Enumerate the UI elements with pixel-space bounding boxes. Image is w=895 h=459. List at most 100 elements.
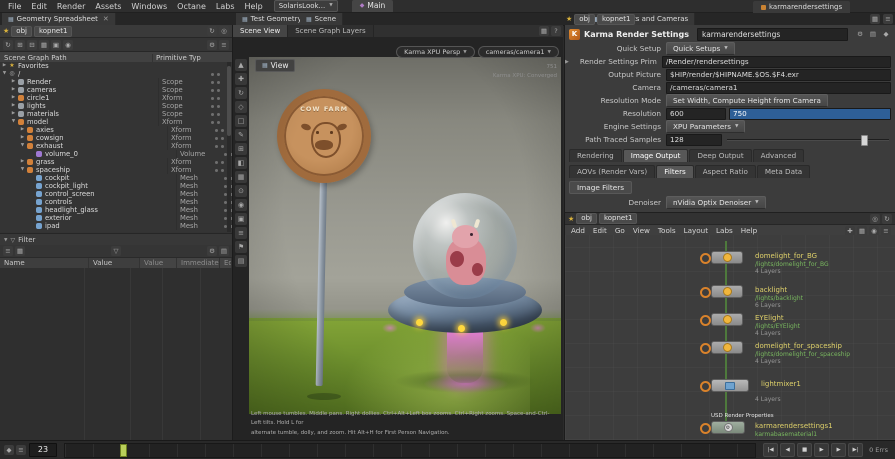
grid-toggle-icon[interactable]: ▤ [235,255,247,267]
node-display-ring-icon[interactable] [700,287,711,298]
menu-edit[interactable]: Edit [26,2,52,11]
node-name-field[interactable]: karmarendersettings [697,28,848,41]
network-node-karmarendersettings1[interactable]: USD Render Properties⚙karmarendersetting… [711,421,891,440]
activation-dot-icon[interactable] [221,137,224,140]
favorites-star-icon[interactable]: ★ [568,215,574,223]
network-node-backlight[interactable]: backlight/lights/backlight6 Layers [711,285,891,305]
snap-grid-icon[interactable]: ⊞ [235,143,247,155]
node-body[interactable] [711,379,749,392]
render-settings-prim-field[interactable]: /Render/rendersettings [662,56,891,68]
tree-row-cowsign[interactable]: ▶cowsignXform [0,134,232,142]
list-icon[interactable]: ≡ [219,40,229,50]
pin-icon[interactable]: ◆ [881,29,891,39]
camera-lock-icon[interactable]: ◉ [235,199,247,211]
context-chip[interactable]: obj [574,14,595,25]
visibility-dot-icon[interactable] [215,137,218,140]
menu-file[interactable]: File [3,2,26,11]
filter-funnel-icon[interactable]: ▽ [111,246,121,256]
expand-all-icon[interactable]: ⊞ [15,40,25,50]
tree-row-lights[interactable]: ▶lightsScope [0,102,232,110]
activation-dot-icon[interactable] [217,121,220,124]
tab-scene-graph-layers[interactable]: Scene Graph Layers [288,25,373,37]
select-tool-icon[interactable]: ▲ [235,59,247,71]
activation-dot-icon[interactable] [217,113,220,116]
expander-icon[interactable]: ▶ [10,110,17,118]
gear-icon[interactable]: ⚙ [855,29,865,39]
expander-icon[interactable]: ▼ [19,166,26,174]
network-node-domelight-for-spaceship[interactable]: domelight_for_spaceship/lights/domelight… [711,341,891,361]
pin-icon[interactable]: ◎ [219,26,229,36]
playback-options-icon[interactable]: ≡ [16,445,26,455]
slider-handle[interactable] [861,135,868,146]
tree-row-axies[interactable]: ▶axiesXform [0,126,232,134]
render-region-icon[interactable]: ▣ [235,213,247,225]
display-mode-icon[interactable]: ▦ [39,40,49,50]
context-chip[interactable]: obj [11,26,32,37]
menu-render[interactable]: Render [52,2,90,11]
grid-view-icon[interactable]: ▦ [15,246,25,256]
quick-setups-button[interactable]: Quick Setups ▼ [666,42,735,55]
resolution-width-field[interactable]: 600 [666,108,726,120]
viewport[interactable]: ▲✚↻◇□✎⊞◧▦⊙◉▣≡⚑▤ ▦ View Karma XPU Persp ▼… [233,37,563,440]
shading-mode-icon[interactable]: ◧ [235,157,247,169]
playhead[interactable] [120,444,127,457]
favorites-star-icon[interactable]: ★ [3,27,9,35]
tab-main[interactable]: ◆ Main [352,0,394,12]
expander-icon[interactable]: ▶ [10,86,17,94]
step-forward-icon[interactable]: ▶ [831,443,846,457]
visibility-dot-icon[interactable] [215,129,218,132]
expander-icon[interactable]: ▶ [10,78,17,86]
activation-dot-icon[interactable] [221,145,224,148]
subtab-aspect-ratio[interactable]: Aspect Ratio [695,165,756,178]
jump-to-start-icon[interactable]: |◀ [763,443,778,457]
favorites-star-icon[interactable]: ★ [566,15,572,23]
net-menu-layout[interactable]: Layout [680,226,712,235]
sync-icon[interactable]: ↻ [882,214,892,224]
node-display-ring-icon[interactable] [700,343,711,354]
translate-tool-icon[interactable]: ✚ [235,73,247,85]
visibility-dot-icon[interactable] [211,105,214,108]
tab-deep-output[interactable]: Deep Output [689,149,751,162]
panel-icon[interactable]: ▤ [868,29,878,39]
menu-octane[interactable]: Octane [172,2,211,11]
node-body[interactable] [711,251,743,264]
visibility-dot-icon[interactable] [211,81,214,84]
box-select-icon[interactable]: □ [235,115,247,127]
render-view[interactable]: COW FARM [249,57,561,414]
activation-dot-icon[interactable] [221,129,224,132]
node-body[interactable]: ⚙ [711,421,745,434]
tree-row-volume-0[interactable]: volume_0Volume [0,150,232,158]
tree-scrollbar[interactable] [227,62,231,232]
stop-icon[interactable]: ■ [797,443,812,457]
expander-icon[interactable]: ▼ [10,118,17,126]
close-icon[interactable]: ✕ [103,15,109,23]
activation-dot-icon[interactable] [217,81,220,84]
subtab-filters[interactable]: Filters [656,165,694,178]
expander-icon[interactable]: ▶ [10,94,17,102]
snapshot-icon[interactable]: ◉ [869,226,879,236]
net-menu-edit[interactable]: Edit [589,226,611,235]
jump-to-end-icon[interactable]: ▶| [848,443,863,457]
tab-rendering[interactable]: Rendering [569,149,622,162]
activation-dot-icon[interactable] [217,97,220,100]
network-node-eyelight[interactable]: EYElight/lights/EYElight4 Layers [711,313,891,333]
list-icon[interactable]: ≡ [881,226,891,236]
activation-dot-icon[interactable] [217,105,220,108]
output-picture-field[interactable]: $HIP/render/$HIPNAME.$OS.$F4.exr [666,69,891,81]
menu-windows[interactable]: Windows [126,2,172,11]
panel-icon[interactable]: ▤ [219,246,229,256]
node-display-ring-icon[interactable] [700,253,711,264]
renderer-selector[interactable]: Karma XPU Persp ▼ [396,46,475,58]
layout-icon[interactable]: ▦ [539,26,549,36]
tree-row-exhaust[interactable]: ▼exhaustXform [0,142,232,150]
tab-test-geometry[interactable]: ▦Test Geometry [236,13,309,25]
samples-field[interactable]: 128 [666,134,722,146]
visibility-dot-icon[interactable] [215,169,218,172]
engine-settings-button[interactable]: XPU Parameters ▼ [666,120,745,133]
grid-icon[interactable]: ▦ [857,226,867,236]
expander-icon[interactable]: ▼ [1,70,8,78]
node-chip[interactable]: kopnet1 [597,14,635,25]
camera-icon[interactable]: ◉ [63,40,73,50]
lights-toggle-icon[interactable]: ⊙ [235,185,247,197]
current-frame-field[interactable]: 23 [29,443,57,457]
